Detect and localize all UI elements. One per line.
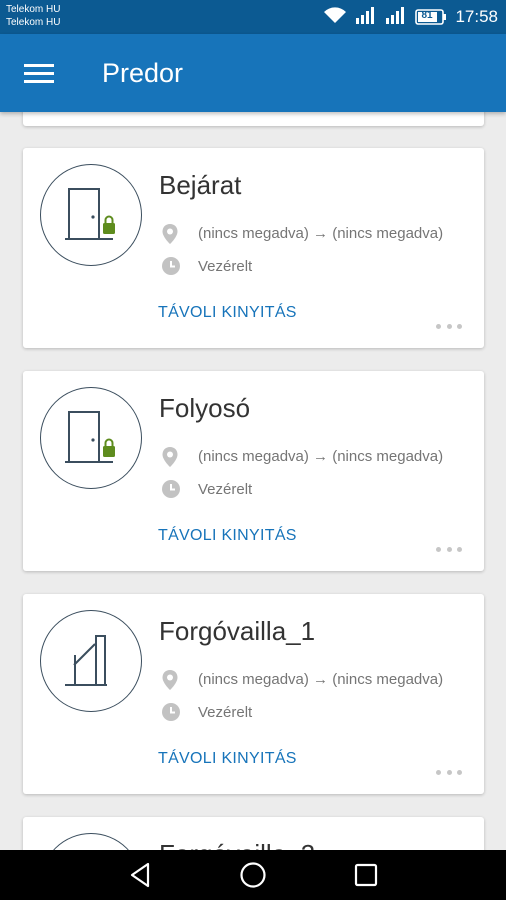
carrier-name-2: Telekom HU	[6, 17, 61, 28]
clock-icon	[161, 256, 181, 281]
wifi-icon	[323, 6, 347, 29]
location-row: (nincs megadva) → (nincs megadva)	[161, 445, 481, 467]
signal-icon-1	[355, 6, 377, 29]
more-options-icon[interactable]	[436, 547, 462, 553]
app-bar: Predor	[0, 34, 506, 112]
battery-icon: 81	[415, 9, 447, 25]
door-card[interactable]: Bejárat (nincs megadva) → (nincs megadva…	[23, 148, 484, 348]
turnstile-icon	[40, 610, 142, 712]
recent-apps-icon[interactable]	[336, 850, 396, 900]
location-pin-icon	[161, 446, 179, 473]
navigation-bar	[0, 850, 506, 900]
door-card[interactable]: Folyosó (nincs megadva) → (nincs megadva…	[23, 371, 484, 571]
mode-row: Vezérelt	[161, 255, 481, 277]
remote-open-button[interactable]: TÁVOLI KINYITÁS	[158, 304, 297, 322]
battery-level: 81	[421, 10, 433, 21]
remote-open-button[interactable]: TÁVOLI KINYITÁS	[158, 750, 297, 768]
signal-icon-2	[385, 6, 407, 29]
location-row: (nincs megadva) → (nincs megadva)	[161, 668, 481, 690]
location-row: (nincs megadva) → (nincs megadva)	[161, 222, 481, 244]
mode-text: Vezérelt	[198, 704, 253, 721]
mode-row: Vezérelt	[161, 701, 481, 723]
clock: 17:58	[455, 7, 498, 26]
mode-text: Vezérelt	[198, 258, 253, 275]
door-locked-icon	[40, 387, 142, 489]
remote-open-button[interactable]: TÁVOLI KINYITÁS	[158, 527, 297, 545]
carrier-name-1: Telekom HU	[6, 4, 61, 15]
location-pin-icon	[161, 669, 179, 696]
clock-icon	[161, 702, 181, 727]
location-text: (nincs megadva) → (nincs megadva)	[198, 448, 444, 465]
door-name: Forgóvailla_1	[159, 616, 316, 646]
mode-text: Vezérelt	[198, 481, 253, 498]
door-name: Bejárat	[159, 170, 242, 200]
status-bar: Telekom HU Telekom HU 81 17:58	[0, 0, 506, 34]
more-options-icon[interactable]	[436, 770, 462, 776]
location-text: (nincs megadva) → (nincs megadva)	[198, 225, 444, 242]
location-text: (nincs megadva) → (nincs megadva)	[198, 671, 444, 688]
app-title: Predor	[102, 58, 184, 88]
door-card[interactable]: Forgóvailla_1 (nincs megadva) → (nincs m…	[23, 594, 484, 794]
door-name: Folyosó	[159, 393, 251, 423]
door-locked-icon	[40, 164, 142, 266]
location-pin-icon	[161, 223, 179, 250]
more-options-icon[interactable]	[436, 324, 462, 330]
home-icon[interactable]	[223, 850, 283, 900]
hamburger-menu-icon[interactable]	[24, 61, 54, 85]
back-icon[interactable]	[112, 850, 172, 900]
clock-icon	[161, 479, 181, 504]
mode-row: Vezérelt	[161, 478, 481, 500]
